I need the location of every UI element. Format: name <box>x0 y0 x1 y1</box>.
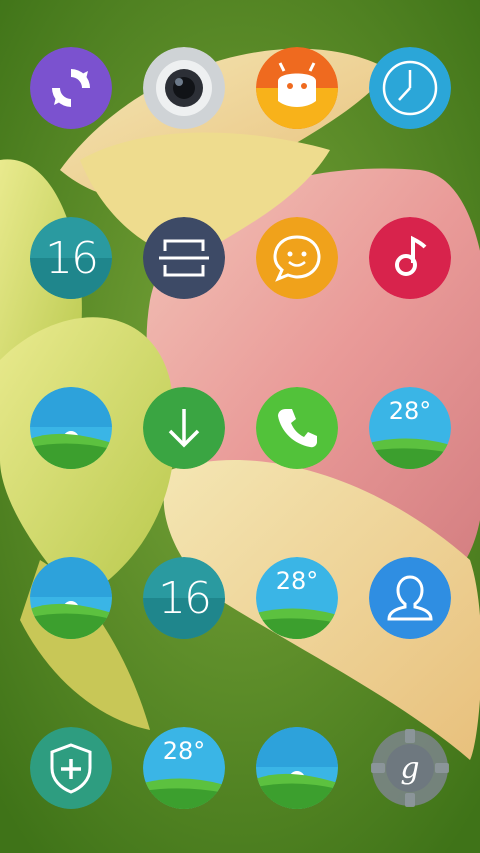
message-app-icon[interactable] <box>256 217 338 299</box>
weather-temperature: 28° <box>162 737 206 765</box>
calendar-app-icon-2[interactable]: 16 <box>143 557 225 639</box>
phone-app-icon[interactable] <box>256 387 338 469</box>
contacts-app-icon[interactable] <box>369 557 451 639</box>
calendar-date: 16 <box>45 232 99 284</box>
scanner-icon <box>143 217 225 299</box>
weather-app-icon-2[interactable]: 28° <box>256 557 338 639</box>
swirl-icon <box>30 47 112 129</box>
gallery-app-icon-3[interactable] <box>256 727 338 809</box>
clock-icon <box>369 47 451 129</box>
google-letter: g <box>400 750 420 786</box>
calendar-app-icon[interactable]: 16 <box>30 217 112 299</box>
gallery-app-icon-2[interactable] <box>30 557 112 639</box>
gallery-icon <box>30 557 112 639</box>
gallery-icon <box>256 727 338 809</box>
calendar-date: 16 <box>158 572 212 624</box>
downloads-app-icon[interactable] <box>143 387 225 469</box>
security-app-icon[interactable] <box>30 727 112 809</box>
gallery-icon <box>30 387 112 469</box>
google-settings-app-icon[interactable]: g <box>369 727 451 809</box>
camera-app-icon[interactable] <box>143 47 225 129</box>
music-icon <box>369 217 451 299</box>
mi-app-icon[interactable] <box>256 47 338 129</box>
gallery-app-icon[interactable] <box>30 387 112 469</box>
contacts-icon <box>369 557 451 639</box>
scanner-app-icon[interactable] <box>143 217 225 299</box>
phone-icon <box>256 387 338 469</box>
app-icon-grid: 16 28° 16 28° 28° g <box>0 0 480 853</box>
camera-icon <box>143 47 225 129</box>
clock-app-icon[interactable] <box>369 47 451 129</box>
music-app-icon[interactable] <box>369 217 451 299</box>
weather-temperature: 28° <box>275 567 319 595</box>
weather-app-icon[interactable]: 28° <box>369 387 451 469</box>
download-icon <box>143 387 225 469</box>
mi-icon <box>256 47 338 129</box>
security-icon <box>30 727 112 809</box>
message-icon <box>256 217 338 299</box>
swirl-app-icon[interactable] <box>30 47 112 129</box>
weather-temperature: 28° <box>388 397 432 425</box>
weather-app-icon-3[interactable]: 28° <box>143 727 225 809</box>
